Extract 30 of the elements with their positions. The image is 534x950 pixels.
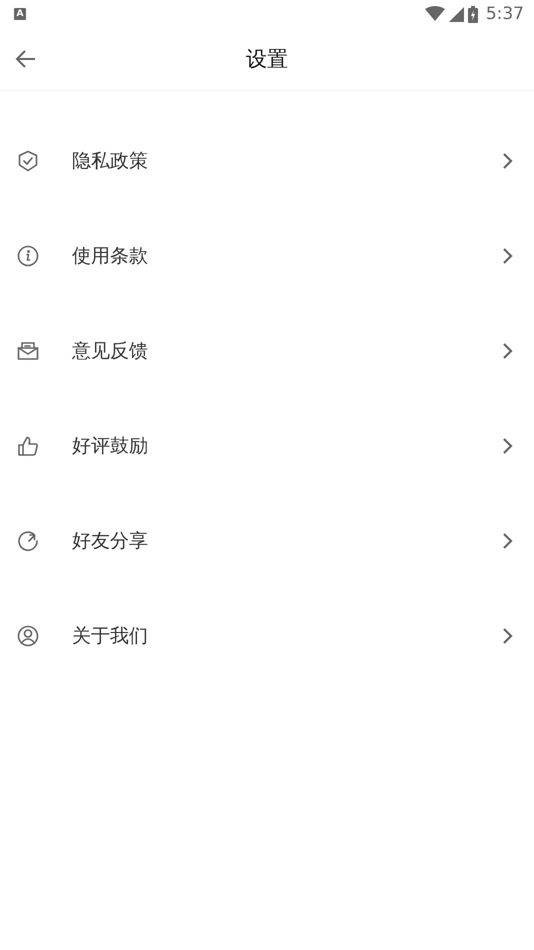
signal-icon	[448, 6, 464, 22]
chevron-right-icon	[502, 342, 514, 360]
item-label: 好友分享	[72, 528, 149, 554]
item-label: 使用条款	[72, 244, 149, 268]
item-label: 隐私政策	[72, 148, 149, 174]
settings-item[interactable]: 意见反馈	[0, 303, 534, 398]
clock-time: 5:37	[486, 4, 524, 24]
chevron-right-icon	[502, 436, 514, 454]
settings-item[interactable]: 使用条款	[0, 208, 534, 303]
settings-item[interactable]: 关于我们	[0, 588, 534, 683]
circular-arrow-icon	[17, 530, 39, 552]
battery-icon	[468, 6, 478, 22]
shield-check-icon	[17, 150, 39, 172]
page-title: 设置	[246, 46, 288, 73]
settings-item[interactable]: 好评鼓励	[0, 398, 534, 493]
chevron-right-icon	[502, 152, 514, 170]
chevron-right-icon	[502, 246, 514, 264]
notification-icon: A	[14, 8, 26, 20]
settings-item[interactable]: 隐私政策	[0, 113, 534, 208]
item-label: 意见反馈	[72, 338, 149, 364]
chevron-right-icon	[502, 626, 514, 644]
thumbs-up-icon	[17, 434, 39, 456]
item-label: 好评鼓励	[72, 434, 149, 458]
info-icon	[17, 244, 39, 266]
user-icon	[17, 624, 39, 646]
chevron-right-icon	[502, 532, 514, 550]
settings-item[interactable]: 好友分享	[0, 493, 534, 588]
item-label: 关于我们	[72, 624, 149, 648]
wifi-icon	[424, 6, 445, 22]
envelope-icon	[17, 340, 39, 362]
